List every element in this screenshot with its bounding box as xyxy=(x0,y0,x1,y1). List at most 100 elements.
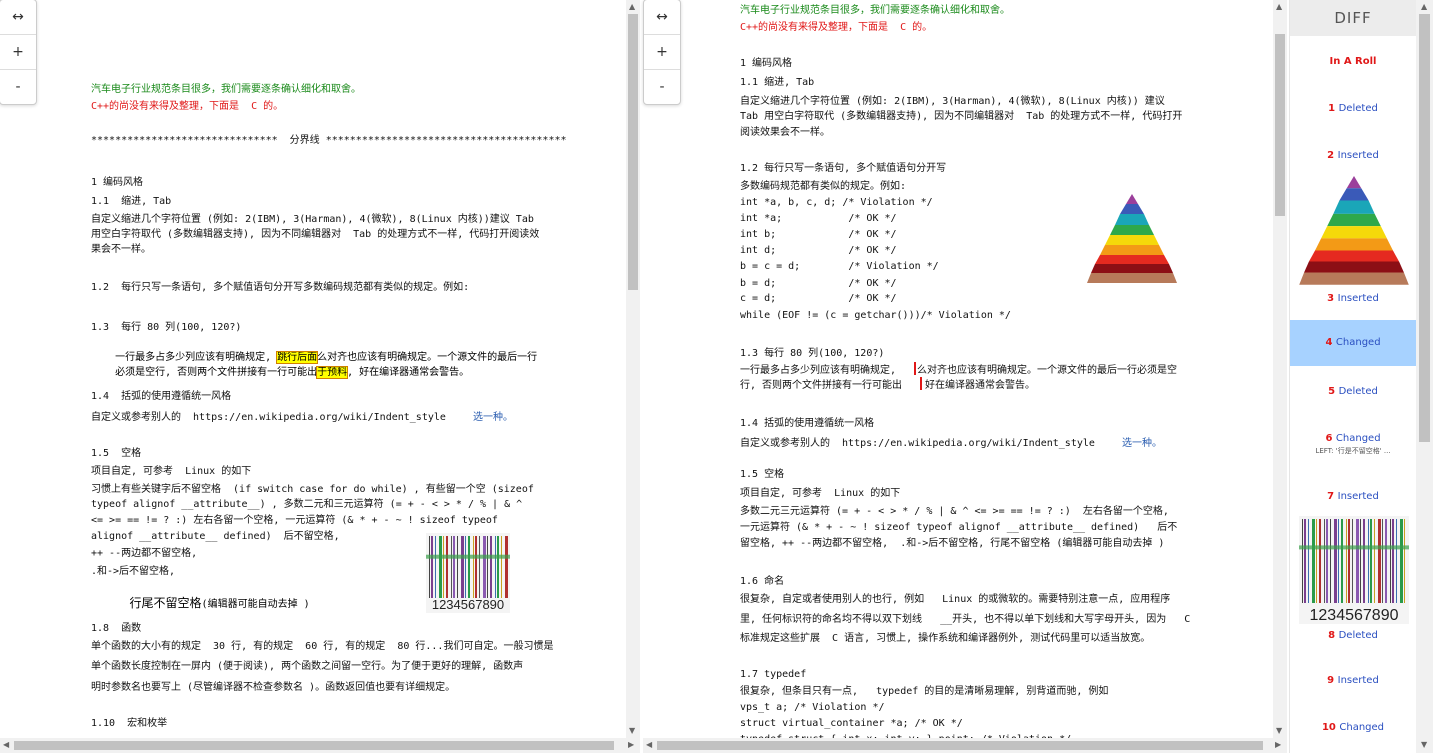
right-text-line[interactable]: 选一种。 xyxy=(1122,437,1162,450)
left-document-pane[interactable]: 汽车电子行业规范条目很多，我们需要逐条确认细化和取舍。 C++的尚没有来得及整理，… xyxy=(0,0,626,738)
diff-item-number: 9 xyxy=(1327,675,1338,686)
highlight-changed-2[interactable]: 于预料 xyxy=(316,366,349,379)
barcode-bar xyxy=(1404,519,1405,603)
barcode-band xyxy=(426,554,510,559)
left-text-line: 自定义或参考别人的 https://en.wikipedia.org/wiki/… xyxy=(91,412,446,423)
left-text-line: C++的尚没有来得及整理，下面是 C 的。 xyxy=(91,101,284,112)
right-scroll-thumb[interactable] xyxy=(1275,34,1285,216)
right-text-line: 多数二元三元运算符 (= + - < > * / % | & ^ <= >= =… xyxy=(740,506,1169,517)
diff-item-2[interactable]: 2 Inserted xyxy=(1290,150,1416,164)
right-hscroll-thumb[interactable] xyxy=(657,741,1263,750)
barcode-bar xyxy=(1348,519,1350,603)
diff-item-number: 1 xyxy=(1328,103,1339,114)
barcode-bar xyxy=(483,536,486,598)
diff-item-6[interactable]: 6 Changed LEFT: '行是不留空格' ... xyxy=(1290,433,1416,455)
barcode-bar xyxy=(465,536,466,598)
right-fit-width-button[interactable]: ↔ xyxy=(644,0,680,35)
right-text-line: 1.4 括弧的使用遵循统一风格 xyxy=(740,418,875,429)
left-text-line[interactable]: 选一种。 xyxy=(473,411,513,424)
left-text-line: 果会不一样。 xyxy=(91,244,151,255)
diff-item-4[interactable]: 4 Changed xyxy=(1290,320,1416,366)
right-zoom-out-button[interactable]: - xyxy=(644,70,680,104)
right-zoom-in-button[interactable]: + xyxy=(644,35,680,70)
barcode-bar xyxy=(1304,519,1306,603)
diff-item-number: 8 xyxy=(1328,630,1339,641)
right-text-line: int d; /* OK */ xyxy=(740,245,897,256)
diff-item-9[interactable]: 9 Inserted xyxy=(1290,675,1416,689)
diff-item-10[interactable]: 10 Changed xyxy=(1290,722,1416,736)
left-vertical-scrollbar[interactable]: ▲ ▼ xyxy=(626,0,640,738)
barcode-bar xyxy=(1352,519,1353,603)
left-line-1-3-b: 必须是空行, 否则两个文件拼接有一行可能出于预料, 好在编译器通常会警告。 xyxy=(115,366,470,379)
scroll-down-arrow-icon[interactable]: ▼ xyxy=(629,726,635,735)
right-text-line: b = c = d; /* Violation */ xyxy=(740,261,939,272)
right-text-line: 多数编码规范都有类似的规定。例如: xyxy=(740,181,907,192)
change-marker-1 xyxy=(914,362,916,375)
right-text-line: 阅读效果会不一样。 xyxy=(740,127,830,138)
barcode-bar xyxy=(1370,519,1372,603)
barcode-bar xyxy=(1400,519,1403,603)
right-scroll-down-arrow-icon[interactable]: ▼ xyxy=(1276,726,1282,735)
left-text-line: 1.5 空格 xyxy=(91,448,142,459)
scroll-left-arrow-icon[interactable]: ◀ xyxy=(3,740,9,749)
right-scroll-up-arrow-icon[interactable]: ▲ xyxy=(1276,2,1282,11)
zoom-in-button[interactable]: + xyxy=(0,35,36,70)
barcode-bar xyxy=(1324,519,1325,603)
diff-item-1[interactable]: 1 Deleted xyxy=(1290,103,1416,117)
diff-item-label: Deleted xyxy=(1338,103,1378,114)
fit-width-button[interactable]: ↔ xyxy=(0,0,36,35)
diff-panel: DIFF In A Roll 1 Deleted 2 Inserted 3 Inser… xyxy=(1289,0,1416,753)
right-scroll-right-arrow-icon[interactable]: ▶ xyxy=(1275,740,1281,749)
barcode-bar xyxy=(501,536,502,598)
left-text-line: 单个函数的大小有的规定 30 行, 有的规定 60 行, 有的规定 80 行..… xyxy=(91,641,554,652)
diff-scroll-up-arrow-icon[interactable]: ▲ xyxy=(1421,2,1427,11)
diff-barcode-thumbnail: 1234567890 xyxy=(1299,516,1409,624)
right-text-line: struct virtual_container *a; /* OK */ xyxy=(740,718,963,729)
diff-item-number: 6 xyxy=(1325,433,1336,444)
zoom-out-button[interactable]: - xyxy=(0,70,36,104)
barcode-bar xyxy=(1316,519,1317,603)
right-text-line: 标准规定这些扩展 C 语言, 习惯上, 操作系统和编译器例外, 测试代码里可以适… xyxy=(740,633,1151,644)
right-document-pane[interactable]: 汽车电子行业规范条目很多，我们需要逐条确认细化和取舍。 C++的尚没有来得及整理，… xyxy=(640,0,1273,738)
diff-scroll-down-arrow-icon[interactable]: ▼ xyxy=(1421,740,1427,749)
right-text-line: 一行最多占多少列应该有明确规定, xyxy=(740,365,897,376)
barcode-bar xyxy=(1330,519,1331,603)
right-text-line: int *a; /* OK */ xyxy=(740,213,897,224)
scroll-up-arrow-icon[interactable]: ▲ xyxy=(629,2,635,11)
diff-item-label: Inserted xyxy=(1337,150,1379,161)
diff-item-7[interactable]: 7 Inserted xyxy=(1290,491,1416,505)
barcode-bar xyxy=(429,536,430,598)
left-text-line: ******************************* 分界线 ****… xyxy=(91,135,567,146)
diff-item-number: 3 xyxy=(1327,293,1338,304)
right-text-line: 很复杂, 但条目只有一点, typedef 的目的是清晰易理解, 别背道而驰, … xyxy=(740,686,1109,697)
left-hscroll-thumb[interactable] xyxy=(14,741,614,750)
diff-item-label: Changed xyxy=(1335,433,1381,444)
right-text-line: b = d; /* OK */ xyxy=(740,278,897,289)
right-text-line: 自定义或参考别人的 https://en.wikipedia.org/wiki/… xyxy=(740,438,1095,449)
left-text-line: 明时参数名也要写上 (尽管编译器不检查参数名 )。函数返回值也要有详细规定。 xyxy=(91,682,456,693)
left-scroll-thumb[interactable] xyxy=(628,14,638,290)
right-scroll-left-arrow-icon[interactable]: ◀ xyxy=(646,740,652,749)
left-horizontal-scrollbar[interactable]: ◀ ▶ xyxy=(0,738,640,753)
scroll-right-arrow-icon[interactable]: ▶ xyxy=(628,740,634,749)
right-horizontal-scrollbar[interactable]: ◀ ▶ xyxy=(643,738,1287,753)
barcode-bar xyxy=(1308,519,1309,603)
diff-item-label: Deleted xyxy=(1338,386,1378,397)
diff-item-in-a-roll[interactable]: In A Roll xyxy=(1290,56,1416,70)
diff-item-3[interactable]: 3 Inserted xyxy=(1290,293,1416,307)
left-zoom-controls: ↔ + - xyxy=(0,0,37,105)
barcode-bar xyxy=(487,536,488,598)
barcode-bar xyxy=(431,536,433,598)
right-vertical-scrollbar[interactable]: ▲ ▼ xyxy=(1273,0,1287,738)
right-text-line: while (EOF != (c = getchar()))/* Violati… xyxy=(740,310,1011,321)
diff-vertical-scrollbar[interactable]: ▲ ▼ xyxy=(1416,0,1433,753)
diff-scroll-thumb[interactable] xyxy=(1419,14,1430,442)
diff-item-5[interactable]: 5 Deleted xyxy=(1290,386,1416,400)
diff-item-label: Inserted xyxy=(1337,491,1379,502)
barcode-bar xyxy=(468,536,470,598)
diff-item-8[interactable]: 8 Deleted xyxy=(1290,630,1416,644)
right-text-line: 1.7 typedef xyxy=(740,669,807,680)
barcode-bar xyxy=(495,536,496,598)
right-text-line: 1.5 空格 xyxy=(740,469,785,480)
diff-item-number: 5 xyxy=(1328,386,1339,397)
